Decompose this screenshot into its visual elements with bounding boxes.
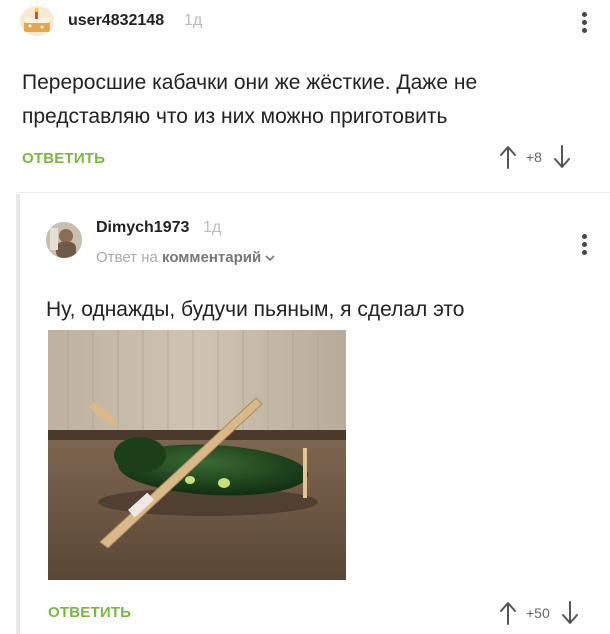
comment-text: Переросшие кабачки они же жёсткие. Даже … — [22, 71, 478, 128]
comment-score: +50 — [526, 605, 550, 621]
comment-username[interactable]: Dimych1973 — [96, 219, 189, 237]
upvote-arrow-icon[interactable] — [496, 600, 520, 626]
comment-username[interactable]: user4832148 — [68, 12, 164, 30]
comment-score: +8 — [526, 149, 542, 165]
avatar[interactable] — [20, 6, 54, 36]
reply-to-link[interactable]: комментарий — [162, 249, 261, 266]
kebab-menu-icon[interactable] — [582, 12, 588, 36]
vote-controls: +50 — [496, 600, 582, 626]
kebab-menu-icon[interactable] — [582, 234, 588, 258]
avatar-cake-icon — [24, 8, 50, 32]
chevron-down-icon[interactable] — [265, 254, 275, 262]
downvote-arrow-icon[interactable] — [550, 144, 574, 170]
comment-time: 1д — [184, 12, 203, 29]
downvote-arrow-icon[interactable] — [558, 600, 582, 626]
vote-controls: +8 — [496, 144, 574, 170]
comment-root: user4832148 1д Переросшие кабачки они же… — [0, 0, 610, 190]
zucchini-airplane-photo[interactable] — [48, 330, 346, 580]
comment-time: 1д — [203, 219, 222, 236]
comment-text: Ну, однажды, будучи пьяным, я сделал это — [46, 298, 465, 321]
avatar-photo-icon — [46, 222, 82, 258]
reply-button[interactable]: ОТВЕТИТЬ — [48, 604, 131, 621]
divider — [16, 192, 610, 193]
reply-button[interactable]: ОТВЕТИТЬ — [22, 150, 105, 167]
avatar[interactable] — [46, 222, 82, 258]
reply-to-meta: Ответ на комментарий — [96, 249, 275, 266]
reply-to-prefix: Ответ на — [96, 249, 158, 266]
upvote-arrow-icon[interactable] — [496, 144, 520, 170]
thread-line[interactable] — [16, 194, 20, 634]
